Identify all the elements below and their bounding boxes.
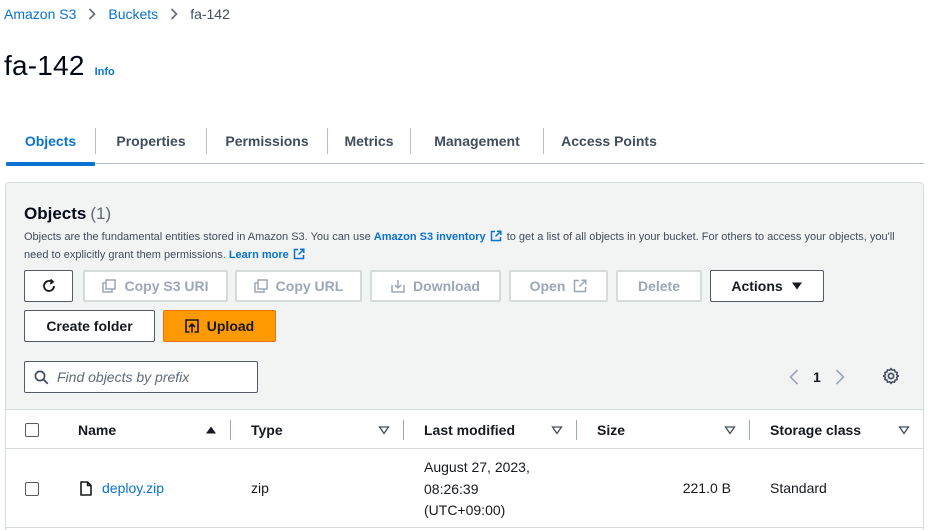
- delete-label: Delete: [637, 278, 681, 294]
- page-header: fa-142 Info: [4, 50, 115, 82]
- object-type: zip: [251, 480, 269, 496]
- tab-metrics[interactable]: Metrics: [328, 118, 410, 164]
- breadcrumb: Amazon S3 Buckets fa-142: [4, 5, 230, 23]
- tab-management[interactable]: Management: [411, 118, 543, 164]
- objects-container: Objects (1) Objects are the fundamental e…: [5, 182, 924, 530]
- object-last-modified: August 27, 2023, 08:26:39 (UTC+09:00): [424, 457, 530, 522]
- breadcrumb-buckets[interactable]: Buckets: [108, 6, 158, 22]
- copy-icon: [102, 279, 117, 293]
- objects-count: (1): [90, 204, 112, 223]
- column-divider: [749, 420, 750, 440]
- sort-ascending-icon[interactable]: [205, 424, 217, 436]
- upload-icon: [184, 319, 199, 333]
- copy-s3-uri-button[interactable]: Copy S3 URI: [83, 270, 228, 302]
- column-storage-class[interactable]: Storage class: [770, 411, 861, 449]
- current-page[interactable]: 1: [813, 369, 821, 385]
- inventory-link[interactable]: Amazon S3 inventory: [374, 231, 486, 243]
- breadcrumb-amazon-s3[interactable]: Amazon S3: [4, 6, 76, 22]
- tab-objects[interactable]: Objects: [6, 118, 95, 166]
- search-icon: [34, 370, 49, 384]
- select-all-checkbox[interactable]: [25, 423, 39, 437]
- download-label: Download: [413, 278, 480, 294]
- object-size: 221.0 B: [682, 480, 731, 496]
- copy-s3-uri-label: Copy S3 URI: [124, 278, 209, 294]
- search-input[interactable]: [57, 369, 247, 385]
- external-link-icon: [293, 248, 305, 265]
- object-storage-class: Standard: [770, 480, 827, 496]
- chevron-right-icon[interactable]: [835, 369, 845, 385]
- row-checkbox[interactable]: [25, 482, 39, 496]
- objects-heading: Objects (1): [24, 204, 111, 224]
- external-link-icon: [574, 279, 587, 293]
- external-link-icon: [490, 230, 502, 247]
- refresh-icon: [42, 278, 55, 292]
- caret-down-icon: [791, 282, 802, 290]
- pagination: 1: [789, 366, 845, 388]
- copy-icon: [253, 279, 268, 293]
- column-name[interactable]: Name: [78, 411, 116, 449]
- objects-header: Objects (1) Objects are the fundamental e…: [6, 183, 923, 410]
- object-name-link[interactable]: deploy.zip: [102, 480, 164, 496]
- learn-more-link[interactable]: Learn more: [229, 249, 289, 261]
- objects-description: Objects are the fundamental entities sto…: [24, 229, 904, 265]
- actions-label: Actions: [731, 278, 783, 294]
- last-modified-time: 08:26:39: [424, 480, 479, 497]
- column-divider: [576, 420, 577, 440]
- refresh-button[interactable]: [24, 270, 73, 302]
- objects-title: Objects: [24, 204, 87, 223]
- open-label: Open: [529, 278, 566, 294]
- chevron-right-icon: [170, 8, 178, 20]
- last-modified-date: August 27, 2023,: [424, 459, 530, 475]
- column-divider: [403, 420, 404, 440]
- copy-url-label: Copy URL: [275, 278, 344, 294]
- sort-caret-icon[interactable]: [378, 424, 390, 436]
- last-modified-timezone: (UTC+09:00): [424, 502, 506, 518]
- upload-button[interactable]: Upload: [163, 310, 276, 342]
- upload-label: Upload: [206, 318, 255, 334]
- download-icon: [391, 280, 405, 293]
- actions-dropdown[interactable]: Actions: [710, 270, 824, 302]
- sort-caret-icon[interactable]: [898, 424, 910, 436]
- sort-caret-icon[interactable]: [724, 424, 736, 436]
- column-type[interactable]: Type: [251, 411, 283, 449]
- table-row: deploy.zip zip August 27, 2023, 08:26:39…: [6, 450, 923, 528]
- file-icon: [80, 481, 92, 496]
- download-button[interactable]: Download: [370, 270, 501, 302]
- page-title: fa-142: [4, 50, 85, 81]
- copy-url-button[interactable]: Copy URL: [235, 270, 362, 302]
- tab-properties[interactable]: Properties: [96, 118, 206, 164]
- gear-icon[interactable]: [882, 367, 900, 385]
- breadcrumb-current-bucket: fa-142: [190, 6, 230, 22]
- info-link[interactable]: Info: [95, 66, 115, 78]
- chevron-left-icon[interactable]: [789, 369, 799, 385]
- sort-caret-icon[interactable]: [551, 424, 563, 436]
- create-folder-button[interactable]: Create folder: [24, 310, 155, 342]
- column-divider: [230, 420, 231, 440]
- description-text: Objects are the fundamental entities sto…: [24, 231, 374, 243]
- column-size[interactable]: Size: [597, 411, 625, 449]
- tab-access-points[interactable]: Access Points: [544, 118, 674, 164]
- chevron-right-icon: [88, 8, 97, 20]
- tab-bar: Objects Properties Permissions Metrics M…: [6, 118, 924, 166]
- create-folder-label: Create folder: [46, 318, 133, 334]
- table-header: Name Type Last modified Size Storage cla…: [6, 411, 923, 449]
- column-last-modified[interactable]: Last modified: [424, 411, 515, 449]
- search-field[interactable]: [24, 361, 258, 393]
- open-button[interactable]: Open: [509, 270, 608, 302]
- delete-button[interactable]: Delete: [616, 270, 702, 302]
- tab-permissions[interactable]: Permissions: [207, 118, 327, 164]
